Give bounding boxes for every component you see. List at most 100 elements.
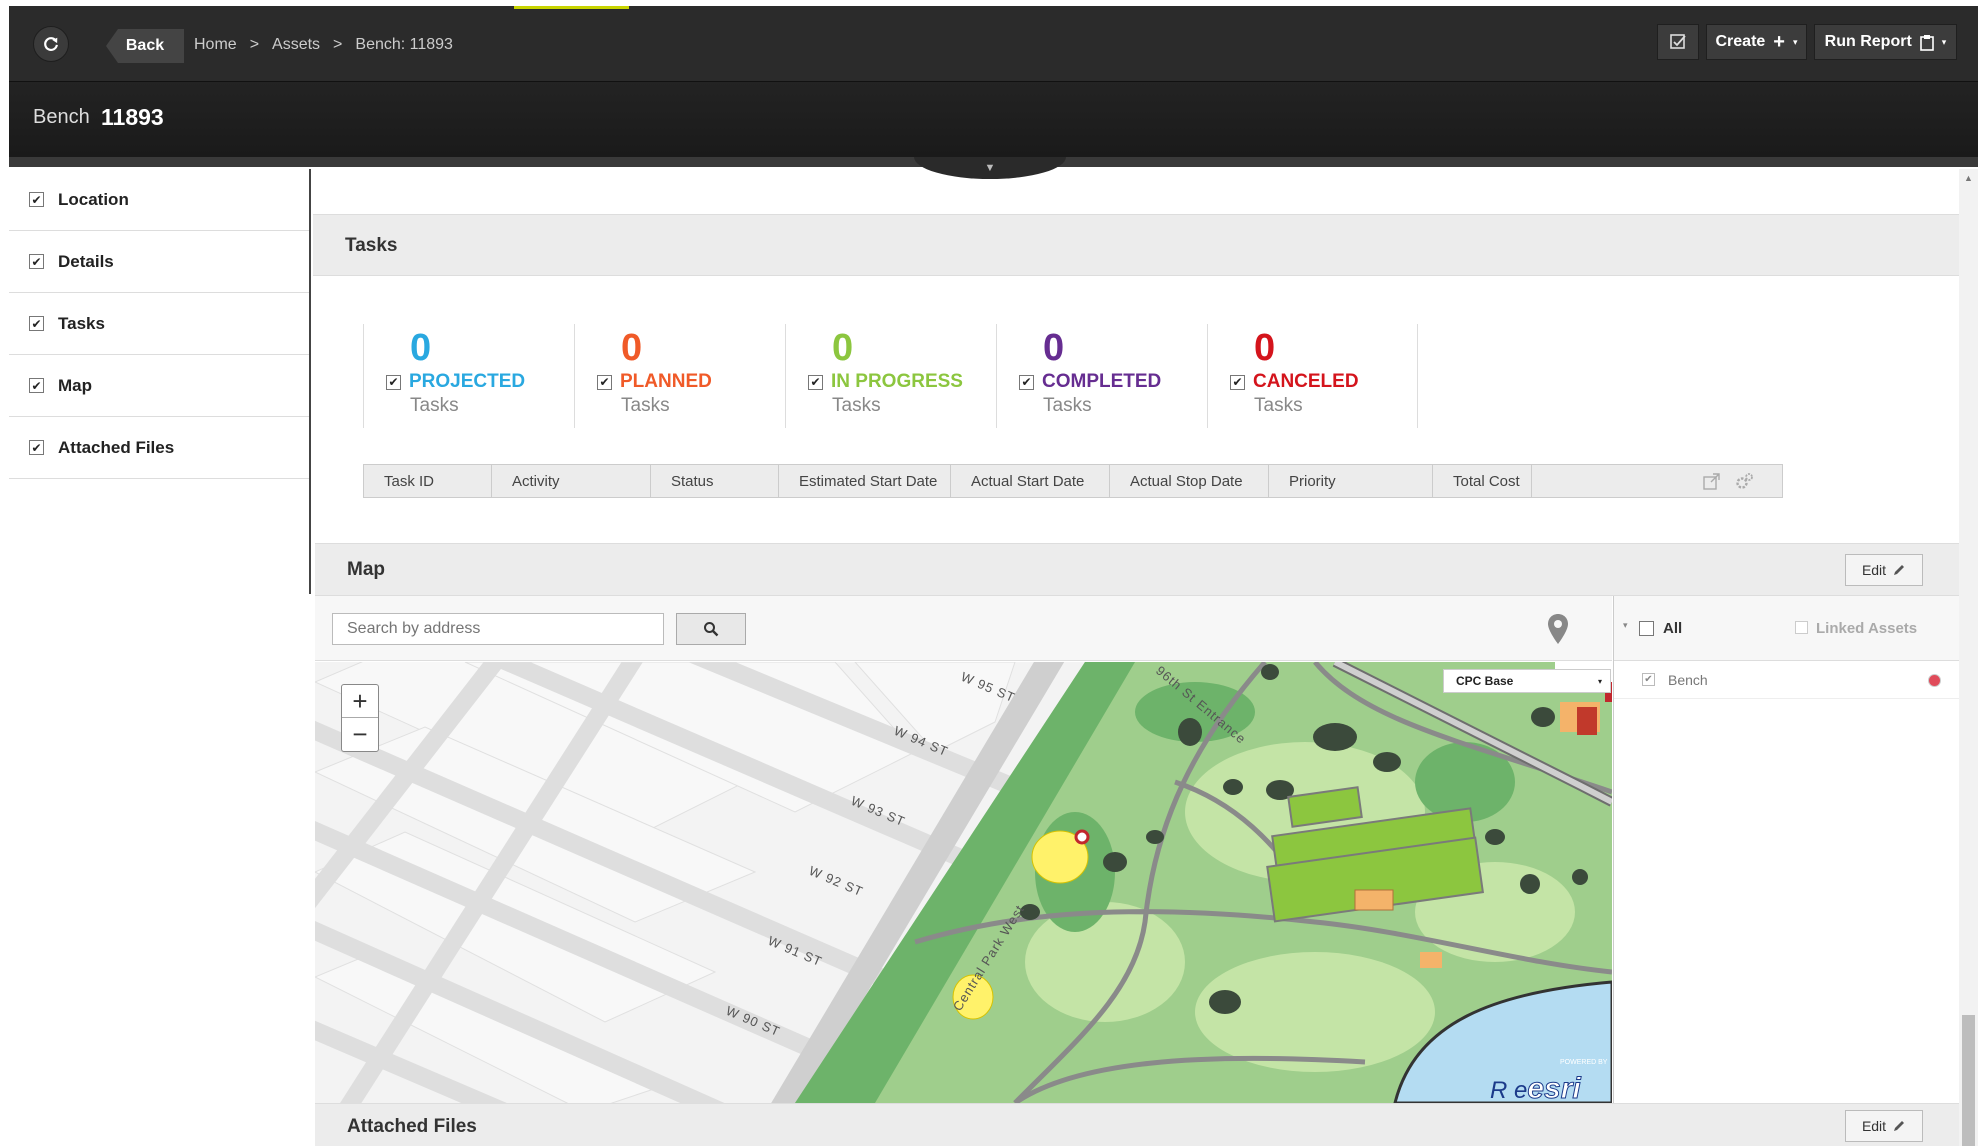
stat-checkbox[interactable]: ✔ bbox=[1230, 374, 1245, 390]
stat-projected[interactable]: 0 ✔ PROJECTED Tasks bbox=[363, 324, 574, 428]
column-header-priority[interactable]: Priority bbox=[1269, 465, 1433, 497]
breadcrumb-separator: > bbox=[249, 36, 260, 53]
zoom-out-button[interactable]: − bbox=[342, 718, 378, 751]
column-header-status[interactable]: Status bbox=[651, 465, 779, 497]
sidebar-item-label: Attached Files bbox=[58, 437, 175, 457]
scrollbar-thumb[interactable] bbox=[1962, 1015, 1975, 1146]
stat-planned[interactable]: 0 ✔ PLANNED Tasks bbox=[574, 324, 785, 428]
map-toolbar bbox=[315, 596, 1612, 661]
breadcrumb-assets[interactable]: Assets bbox=[272, 36, 320, 54]
sidebar-checkbox[interactable]: ✔ bbox=[29, 440, 44, 455]
zoom-control: + − bbox=[341, 684, 379, 752]
main-content: Tasks 0 ✔ PROJECTED Tasks 0 ✔ PLANNED Task… bbox=[313, 169, 1959, 1146]
stat-sub: Tasks bbox=[1043, 395, 1092, 416]
sidebar-checkbox[interactable]: ✔ bbox=[29, 378, 44, 393]
refresh-button[interactable] bbox=[33, 26, 69, 62]
map-canvas[interactable]: W 95 ST W 94 ST W 93 ST W 92 ST W 91 ST … bbox=[315, 662, 1612, 1103]
page-scrollbar[interactable]: ▲ bbox=[1959, 169, 1978, 1146]
grid-tools bbox=[1532, 465, 1782, 497]
zoom-in-button[interactable]: + bbox=[342, 685, 378, 718]
sidebar-checkbox[interactable]: ✔ bbox=[29, 316, 44, 331]
stat-label-row: ✔ IN PROGRESS bbox=[808, 371, 963, 393]
powered-by-label: POWERED BY bbox=[1560, 1059, 1608, 1066]
column-header-activity[interactable]: Activity bbox=[492, 465, 651, 497]
stat-checkbox[interactable]: ✔ bbox=[808, 374, 823, 390]
attached-files-edit-button[interactable]: Edit bbox=[1845, 1110, 1923, 1142]
caret-down-icon: ▾ bbox=[1792, 36, 1798, 47]
stat-sub: Tasks bbox=[410, 395, 459, 416]
app-root: Back Home > Assets > Bench: 11893 Create… bbox=[0, 0, 1980, 1146]
address-search-button[interactable] bbox=[676, 613, 746, 645]
sidebar-item-label: Location bbox=[58, 189, 129, 209]
sidebar-item-label: Map bbox=[58, 375, 92, 395]
stat-count: 0 bbox=[1254, 327, 1276, 369]
breadcrumb-home[interactable]: Home bbox=[194, 36, 237, 54]
task-check-button[interactable] bbox=[1657, 24, 1699, 60]
refresh-icon bbox=[44, 37, 58, 51]
sidebar-checkbox[interactable]: ✔ bbox=[29, 192, 44, 207]
run-report-button[interactable]: Run Report ▾ bbox=[1814, 24, 1957, 60]
stat-sub: Tasks bbox=[832, 395, 881, 416]
tasks-grid-header: Task ID Activity Status Estimated Start … bbox=[363, 464, 1783, 498]
column-header-task-id[interactable]: Task ID bbox=[364, 465, 492, 497]
stat-count: 0 bbox=[621, 327, 643, 369]
create-button[interactable]: Create + ▾ bbox=[1706, 24, 1807, 60]
linked-assets-label: Linked Assets bbox=[1816, 620, 1918, 637]
column-header-est-start[interactable]: Estimated Start Date bbox=[779, 465, 951, 497]
tasks-section-header: Tasks bbox=[313, 214, 1959, 276]
breadcrumb-separator: > bbox=[333, 36, 343, 53]
attached-files-title: Attached Files bbox=[347, 1116, 477, 1137]
caret-down-icon[interactable]: ▾ bbox=[1623, 620, 1628, 631]
layer-color-dot bbox=[1928, 674, 1941, 687]
back-button-label: Back bbox=[125, 37, 165, 54]
layers-all-label: All bbox=[1663, 620, 1683, 637]
sidebar-item-map[interactable]: ✔ Map bbox=[9, 355, 309, 417]
attribution-text: R e bbox=[1490, 1077, 1528, 1103]
address-search-input[interactable] bbox=[332, 613, 664, 645]
sidebar-item-location[interactable]: ✔ Location bbox=[9, 169, 309, 231]
scroll-up-icon[interactable]: ▲ bbox=[1964, 173, 1973, 183]
search-icon bbox=[704, 622, 719, 637]
accent-stripe bbox=[514, 6, 629, 9]
sidebar-checkbox[interactable]: ✔ bbox=[29, 254, 44, 269]
gear-icon[interactable] bbox=[1734, 472, 1754, 490]
stat-completed[interactable]: 0 ✔ COMPLETED Tasks bbox=[996, 324, 1207, 428]
stat-checkbox[interactable]: ✔ bbox=[1019, 374, 1034, 390]
stat-count: 0 bbox=[1043, 327, 1065, 369]
caret-down-icon: ▾ bbox=[1941, 36, 1947, 47]
plus-icon: + bbox=[1773, 30, 1785, 53]
stat-count: 0 bbox=[410, 327, 432, 369]
layer-checkbox[interactable]: ✔ bbox=[1642, 673, 1655, 686]
export-icon[interactable] bbox=[1703, 472, 1720, 490]
tasks-section-title: Tasks bbox=[345, 235, 398, 256]
layers-header: ▾ All Linked Assets bbox=[1614, 596, 1959, 661]
stat-canceled[interactable]: 0 ✔ CANCELED Tasks bbox=[1207, 324, 1418, 428]
stat-checkbox[interactable]: ✔ bbox=[597, 374, 612, 390]
stat-checkbox[interactable]: ✔ bbox=[386, 374, 401, 390]
linked-assets-checkbox[interactable] bbox=[1795, 621, 1808, 634]
stat-label: PROJECTED bbox=[409, 371, 526, 392]
attached-files-section-header: Attached Files Edit bbox=[315, 1103, 1959, 1146]
create-button-label: Create bbox=[1715, 33, 1766, 50]
back-button[interactable]: Back bbox=[106, 29, 184, 63]
stat-label-row: ✔ COMPLETED bbox=[1019, 371, 1161, 393]
sidebar-item-details[interactable]: ✔ Details bbox=[9, 231, 309, 293]
map-section-title: Map bbox=[347, 559, 385, 580]
map-pin-icon[interactable] bbox=[1547, 613, 1569, 645]
basemap-select[interactable]: CPC Base ▾ bbox=[1443, 669, 1611, 693]
column-header-actual-stop[interactable]: Actual Stop Date bbox=[1110, 465, 1269, 497]
stat-in-progress[interactable]: 0 ✔ IN PROGRESS Tasks bbox=[785, 324, 996, 428]
stat-label: COMPLETED bbox=[1042, 371, 1162, 392]
sidebar-item-tasks[interactable]: ✔ Tasks bbox=[9, 293, 309, 355]
stat-label-row: ✔ CANCELED bbox=[1230, 371, 1359, 393]
column-header-actual-start[interactable]: Actual Start Date bbox=[951, 465, 1110, 497]
layers-all-checkbox[interactable] bbox=[1639, 621, 1654, 636]
layer-item-bench[interactable]: ✔ Bench bbox=[1614, 661, 1959, 699]
column-header-total-cost[interactable]: Total Cost bbox=[1433, 465, 1532, 497]
sidebar-item-label: Details bbox=[58, 251, 114, 271]
pencil-icon bbox=[1894, 1121, 1905, 1131]
map-edit-button[interactable]: Edit bbox=[1845, 554, 1923, 586]
checklist-icon bbox=[1670, 34, 1686, 49]
sidebar-item-attached-files[interactable]: ✔ Attached Files bbox=[9, 417, 309, 479]
section-sidebar: ✔ Location ✔ Details ✔ Tasks ✔ Map ✔ Attached… bbox=[9, 169, 311, 594]
